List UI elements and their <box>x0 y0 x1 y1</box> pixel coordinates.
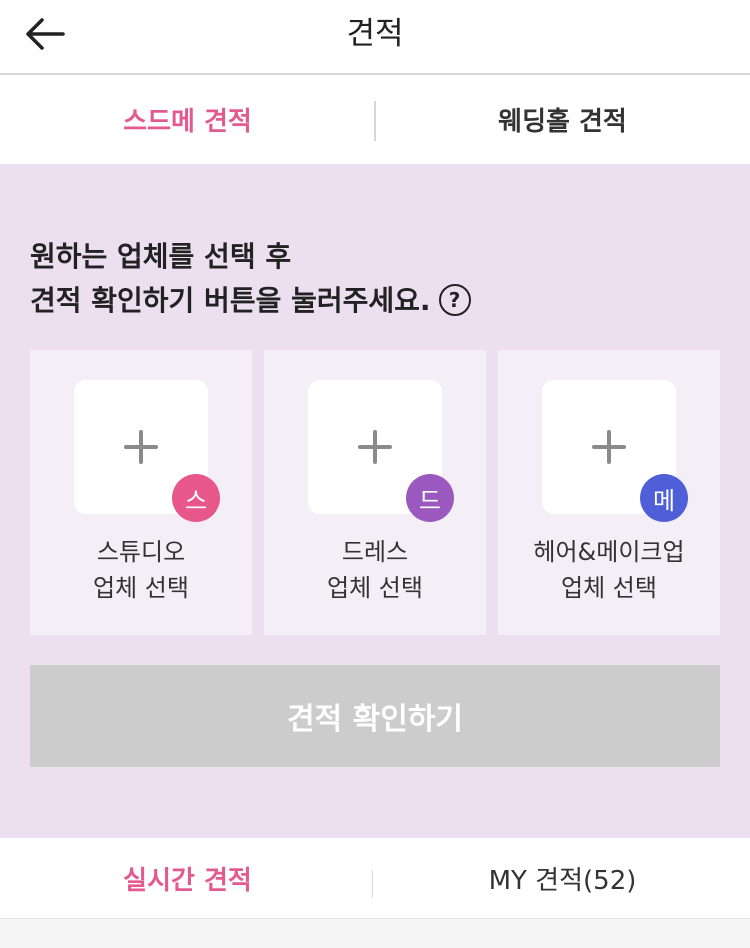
vendor-name: 드레스 <box>341 538 409 566</box>
instruction-line-2-row: 견적 확인하기 버튼을 눌러주세요.? <box>30 279 471 323</box>
bottom-tab-bar: 실시간 견적 MY 견적(52) <box>0 838 750 918</box>
tab-divider <box>374 101 376 141</box>
confirm-estimate-button[interactable]: 견적 확인하기 <box>30 665 720 767</box>
bottom-strip <box>0 918 750 948</box>
plus-icon <box>592 430 626 464</box>
makeup-badge: 메 <box>640 474 688 522</box>
vendor-label: 헤어&메이크업 업체 선택 <box>498 534 720 606</box>
vendor-label: 스튜디오 업체 선택 <box>30 534 252 606</box>
tab-divider <box>372 870 373 898</box>
top-tab-bar: 스드메 견적 웨딩홀 견적 <box>0 75 750 164</box>
instruction-line-1: 원하는 업체를 선택 후 <box>30 240 292 273</box>
vendor-action: 업체 선택 <box>327 574 423 602</box>
vendor-name: 헤어&메이크업 <box>533 538 685 566</box>
instruction-text: 원하는 업체를 선택 후 견적 확인하기 버튼을 눌러주세요.? <box>30 235 471 323</box>
page-title: 견적 <box>346 16 404 52</box>
vendor-card-dress[interactable]: 드 드레스 업체 선택 <box>264 350 486 635</box>
vendor-card-studio[interactable]: 스 스튜디오 업체 선택 <box>30 350 252 635</box>
instruction-line-2: 견적 확인하기 버튼을 눌러주세요. <box>30 284 431 317</box>
tab-realtime-estimate[interactable]: 실시간 견적 <box>0 838 375 918</box>
header-bar: 견적 <box>0 0 750 75</box>
vendor-action: 업체 선택 <box>561 574 657 602</box>
tab-wedding-hall-estimate[interactable]: 웨딩홀 견적 <box>375 75 750 164</box>
tab-my-estimate[interactable]: MY 견적(52) <box>375 838 750 918</box>
tab-sdm-estimate[interactable]: 스드메 견적 <box>0 75 375 164</box>
vendor-name: 스튜디오 <box>96 538 186 566</box>
studio-badge: 스 <box>172 474 220 522</box>
help-icon[interactable]: ? <box>438 284 471 316</box>
vendor-card-hair-makeup[interactable]: 메 헤어&메이크업 업체 선택 <box>498 350 720 635</box>
plus-icon <box>358 430 392 464</box>
dress-badge: 드 <box>406 474 454 522</box>
vendor-action: 업체 선택 <box>93 574 189 602</box>
vendor-label: 드레스 업체 선택 <box>264 534 486 606</box>
app-screen: 견적 스드메 견적 웨딩홀 견적 원하는 업체를 선택 후 견적 확인하기 버튼… <box>0 0 750 948</box>
vendor-card-list: 스 스튜디오 업체 선택 드 드레스 업체 선택 메 헤어&메이크업 업체 선택 <box>30 350 720 635</box>
plus-icon <box>124 430 158 464</box>
